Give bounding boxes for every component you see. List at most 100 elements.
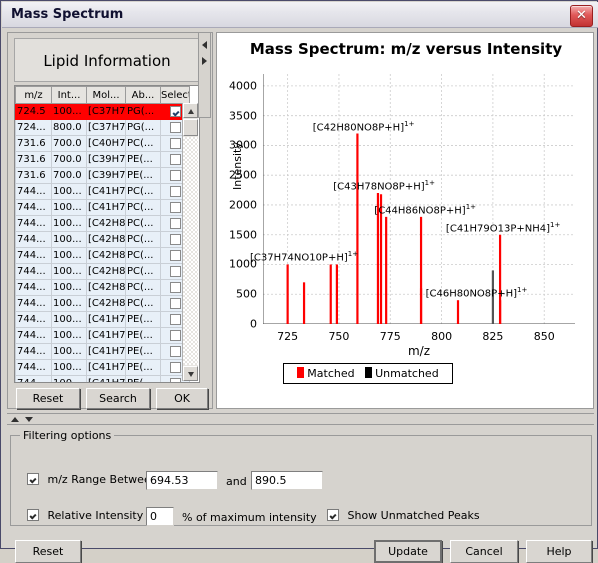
cell-int: 100... — [51, 375, 87, 382]
cell-mz: 731.6 — [15, 151, 52, 168]
scroll-down-button[interactable] — [183, 366, 198, 381]
y-axis-tick-label: 2000 — [229, 198, 257, 212]
column-header-select[interactable]: Select — [160, 86, 190, 104]
show-unmatched-checkbox[interactable] — [327, 509, 339, 521]
table-row[interactable]: 724.5 100... [C37H7 PG(... — [15, 103, 190, 120]
row-select-checkbox[interactable] — [169, 281, 181, 293]
row-select-checkbox[interactable] — [169, 233, 181, 245]
row-select-checkbox[interactable] — [169, 249, 181, 261]
y-axis-tick-label: 2500 — [229, 168, 257, 182]
relative-intensity-label: Relative Intensity ≥ — [47, 509, 156, 522]
search-button[interactable]: Search — [86, 388, 150, 409]
row-select-checkbox[interactable] — [169, 217, 181, 229]
row-select-checkbox[interactable] — [169, 105, 181, 117]
row-select-checkbox[interactable] — [169, 313, 181, 325]
peak-annotation-label: [C43H78NO8P+H]1+ — [333, 179, 435, 193]
row-select-checkbox[interactable] — [169, 265, 181, 277]
collapse-up-icon[interactable] — [11, 417, 19, 422]
row-select-checkbox[interactable] — [169, 201, 181, 213]
horizontal-splitter[interactable] — [7, 413, 594, 425]
table-row[interactable]: 731.6 700.0 [C39H7 PE(... — [15, 151, 190, 168]
row-select-checkbox[interactable] — [169, 185, 181, 197]
cell-mol: [C41H7 — [86, 343, 126, 360]
ok-button[interactable]: OK — [156, 388, 208, 409]
column-header-int[interactable]: Int... — [51, 86, 87, 104]
y-axis-tick-label: 0 — [250, 317, 257, 331]
close-button[interactable]: ✕ — [570, 5, 593, 27]
row-select-checkbox[interactable] — [169, 345, 181, 357]
relative-intensity-checkbox[interactable] — [27, 509, 39, 521]
table-row[interactable]: 744...100...[C41H7PE(... — [15, 343, 190, 360]
cell-int: 700.0 — [51, 135, 87, 152]
and-label: and — [226, 475, 247, 488]
help-button[interactable]: Help — [526, 540, 592, 563]
table-row[interactable]: 744... 100... [C41H7 PC(... — [15, 199, 190, 216]
cell-int: 100... — [51, 215, 87, 232]
column-header-mol[interactable]: Mol... — [86, 86, 126, 104]
vertical-splitter[interactable] — [198, 32, 211, 118]
table-row[interactable]: 744... 100... [C41H7 PC(... — [15, 183, 190, 200]
mz-max-input[interactable] — [251, 471, 323, 490]
cell-int: 100... — [51, 327, 87, 344]
row-select-checkbox[interactable] — [169, 169, 181, 181]
row-select-checkbox[interactable] — [169, 361, 181, 373]
expand-down-icon[interactable] — [25, 417, 33, 422]
scrollbar-thumb[interactable] — [183, 119, 198, 136]
table-row[interactable]: 731.6 700.0 [C39H7 PE(... — [15, 167, 190, 184]
x-axis-tick-label: 800 — [431, 330, 453, 343]
x-axis-tick-label: 750 — [328, 330, 350, 343]
mz-min-input[interactable] — [146, 471, 218, 490]
cell-int: 100... — [51, 295, 87, 312]
cell-mol: [C39H7 — [86, 167, 126, 184]
scrollbar-track[interactable] — [183, 137, 198, 365]
legend-swatch-matched — [297, 367, 305, 378]
mz-range-row: m/z Range Between: — [27, 473, 161, 486]
peak-annotation-label: [C46H80NO8P+H]1+ — [425, 286, 528, 300]
expand-right-icon[interactable] — [202, 57, 207, 65]
lipid-information-panel: Lipid Information m/z Int... Mol... Ab..… — [7, 32, 213, 409]
x-axis-label: m/z — [407, 344, 431, 358]
cell-ab: PE(... — [125, 359, 161, 376]
update-button[interactable]: Update — [374, 540, 442, 563]
table-row[interactable]: 744...100...[C41H7PE(... — [15, 311, 190, 328]
lipid-table-scrollbar[interactable] — [182, 103, 198, 381]
row-select-checkbox[interactable] — [169, 153, 181, 165]
relative-intensity-suffix: % of maximum intensity — [182, 511, 317, 524]
table-row[interactable]: 744... 100... [C42H8 PC(... — [15, 247, 190, 264]
table-row[interactable]: 744... 100... [C42H8 PC(... — [15, 279, 190, 296]
table-row[interactable]: 724... 800.0 [C37H7 PG(... — [15, 119, 190, 136]
mz-range-checkbox[interactable] — [27, 473, 39, 485]
relative-intensity-input[interactable] — [146, 507, 174, 526]
cancel-button[interactable]: Cancel — [450, 540, 518, 563]
table-row[interactable]: 744... 100... [C42H8 PC(... — [15, 231, 190, 248]
table-row[interactable]: 744...100...[C41H7PE(... — [15, 327, 190, 344]
y-axis-tick-label: 4000 — [229, 79, 257, 93]
cell-int: 100... — [51, 199, 87, 216]
cell-int: 100... — [51, 359, 87, 376]
column-header-ab[interactable]: Ab... — [125, 86, 161, 104]
row-select-checkbox[interactable] — [169, 121, 181, 133]
table-row[interactable]: 744...100...[C41H7PE(... — [15, 359, 190, 376]
reset-button-left[interactable]: Reset — [16, 388, 80, 409]
row-select-checkbox[interactable] — [169, 377, 181, 382]
table-row[interactable]: 744... 100... [C42H8 PC(... — [15, 295, 190, 312]
cell-mol: [C42H8 — [86, 247, 126, 264]
row-select-checkbox[interactable] — [169, 297, 181, 309]
show-unmatched-label: Show Unmatched Peaks — [347, 509, 480, 522]
spectrum-plot — [263, 74, 575, 324]
peak-annotation-label: [C42H80NO8P+H]1+ — [312, 119, 415, 133]
row-select-checkbox[interactable] — [169, 329, 181, 341]
chart-legend: Matched Unmatched — [283, 363, 453, 384]
reset-button-bottom[interactable]: Reset — [15, 540, 81, 563]
scroll-up-button[interactable] — [183, 103, 198, 118]
table-row[interactable]: 731.6 700.0 [C40H7 PC(... — [15, 135, 190, 152]
x-axis-tick-label: 850 — [533, 330, 555, 343]
table-row[interactable]: 744... 100... [C42H8 PC(... — [15, 215, 190, 232]
collapse-left-icon[interactable] — [202, 41, 207, 49]
x-axis-tick-label: 825 — [482, 330, 504, 343]
table-row[interactable]: 744...100...[C41H7PE(... — [15, 375, 190, 382]
cell-ab: PE(... — [125, 311, 161, 328]
row-select-checkbox[interactable] — [169, 137, 181, 149]
column-header-mz[interactable]: m/z — [15, 86, 52, 104]
table-row[interactable]: 744... 100... [C42H8 PC(... — [15, 263, 190, 280]
